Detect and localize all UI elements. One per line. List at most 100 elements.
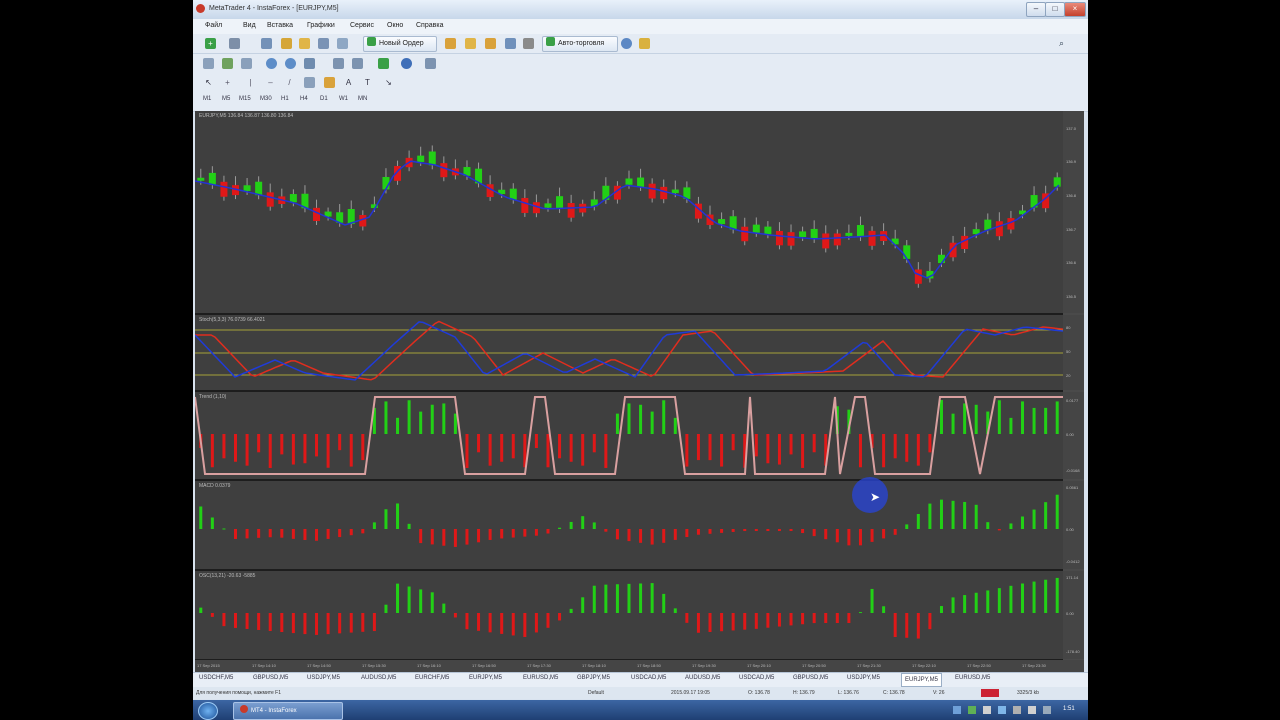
zoom-out-icon[interactable] bbox=[285, 58, 296, 69]
timeframe-m15[interactable]: M15 bbox=[239, 96, 251, 102]
symbol-tab[interactable]: USDJPY,M5 bbox=[847, 675, 880, 681]
symbol-tab[interactable]: GBPUSD,M5 bbox=[793, 675, 828, 681]
horizontal-line-icon[interactable]: – bbox=[265, 77, 276, 88]
indicators-icon[interactable] bbox=[378, 58, 389, 69]
network-icon[interactable] bbox=[1013, 706, 1021, 714]
auto-trading-button[interactable]: Авто-торговля bbox=[542, 36, 618, 52]
bar-chart-icon[interactable] bbox=[203, 58, 214, 69]
symbol-tab[interactable]: AUDUSD,M5 bbox=[361, 675, 396, 681]
symbol-tab[interactable]: EURUSD,M5 bbox=[955, 675, 990, 681]
minimize-button[interactable]: – bbox=[1026, 2, 1046, 17]
price-panel[interactable]: EURJPY,M5 136.84 136.87 136.80 136.84 bbox=[195, 111, 1063, 315]
timeframe-m1[interactable]: M1 bbox=[203, 96, 211, 102]
line-chart-icon[interactable] bbox=[241, 58, 252, 69]
candles-icon[interactable] bbox=[222, 58, 233, 69]
menu-view[interactable]: Вид bbox=[243, 22, 256, 29]
volume-icon[interactable] bbox=[1028, 706, 1036, 714]
timeframe-h4[interactable]: H4 bbox=[300, 96, 308, 102]
start-button[interactable] bbox=[198, 702, 218, 720]
price-scale[interactable]: 137.0 136.9 136.8 136.7 136.6 136.5 bbox=[1063, 111, 1084, 313]
meta-editor-icon[interactable] bbox=[445, 38, 456, 49]
oscillator-panel[interactable]: OSC(13,21) -20.63 -5885 bbox=[195, 571, 1063, 661]
arrows-icon[interactable]: ↘ bbox=[383, 77, 394, 88]
trend-scale[interactable]: 0.0177 0.00 -0.0168 bbox=[1063, 392, 1084, 479]
timeframe-m5[interactable]: M5 bbox=[222, 96, 230, 102]
zoom-in-icon[interactable] bbox=[266, 58, 277, 69]
menu-file[interactable]: Файл bbox=[205, 22, 222, 29]
symbol-tab[interactable]: USDCAD,M5 bbox=[631, 675, 666, 681]
market-icon[interactable] bbox=[505, 38, 516, 49]
taskbar-app-button[interactable]: MT4 - InstaForex bbox=[233, 702, 343, 720]
cursor-icon[interactable]: ↖ bbox=[203, 77, 214, 88]
chart-window[interactable]: EURJPY,M5 136.84 136.87 136.80 136.84 13… bbox=[195, 111, 1084, 672]
oscillator-bar bbox=[731, 613, 735, 631]
hammer-icon[interactable] bbox=[639, 38, 650, 49]
profiles-icon[interactable] bbox=[229, 38, 240, 49]
timeframe-d1[interactable]: D1 bbox=[320, 96, 328, 102]
symbol-tab[interactable]: EURUSD,M5 bbox=[523, 675, 558, 681]
symbol-tab[interactable]: USDCHF,M5 bbox=[199, 675, 233, 681]
menu-help[interactable]: Справка bbox=[416, 22, 443, 29]
timeframe-w1[interactable]: W1 bbox=[339, 96, 348, 102]
chart-shift-icon[interactable] bbox=[352, 58, 363, 69]
symbol-tab[interactable]: EURJPY,M5 bbox=[469, 675, 502, 681]
new-chart-icon[interactable]: + bbox=[205, 38, 216, 49]
macd-scale[interactable]: 0.0561 0.00 -0.0412 bbox=[1063, 481, 1084, 569]
macd-panel[interactable]: MACD 0.0379 bbox=[195, 481, 1063, 571]
lock-icon[interactable] bbox=[523, 38, 534, 49]
globe-icon[interactable] bbox=[621, 38, 632, 49]
trend-panel[interactable]: Trend (1,10) bbox=[195, 392, 1063, 481]
tile-windows-icon[interactable] bbox=[304, 58, 315, 69]
symbol-tab[interactable]: GBPJPY,M5 bbox=[577, 675, 610, 681]
expert-icon[interactable] bbox=[465, 38, 476, 49]
trend-bar bbox=[754, 434, 758, 457]
symbol-tab[interactable]: USDJPY,M5 bbox=[307, 675, 340, 681]
symbol-tab[interactable]: USDCAD,M5 bbox=[739, 675, 774, 681]
timeframe-mn[interactable]: MN bbox=[358, 96, 367, 102]
templates-icon[interactable] bbox=[425, 58, 436, 69]
oscillator-scale[interactable]: 171.14 0.00 -178.40 bbox=[1063, 571, 1084, 659]
symbol-tab[interactable]: AUDUSD,M5 bbox=[685, 675, 720, 681]
menu-insert[interactable]: Вставка bbox=[267, 22, 293, 29]
periods-icon[interactable] bbox=[401, 58, 412, 69]
tray-icon[interactable] bbox=[968, 706, 976, 714]
trend-bar bbox=[1044, 407, 1048, 434]
close-button[interactable]: × bbox=[1064, 2, 1086, 17]
channel-icon[interactable] bbox=[304, 77, 315, 88]
search-icon[interactable]: ⌕ bbox=[1056, 38, 1067, 49]
tray-icon[interactable] bbox=[1043, 706, 1051, 714]
macd-bar bbox=[326, 529, 330, 539]
signals-icon[interactable] bbox=[485, 38, 496, 49]
stochastic-panel[interactable]: Stoch(5,3,3) 76.0739 66.4021 bbox=[195, 315, 1063, 392]
menu-window[interactable]: Окно bbox=[387, 22, 403, 29]
menu-charts[interactable]: Графики bbox=[307, 22, 335, 29]
macd-bar bbox=[662, 529, 666, 543]
crosshair-icon[interactable]: + bbox=[222, 77, 233, 88]
menu-tools[interactable]: Сервис bbox=[350, 22, 374, 29]
candle-body bbox=[255, 181, 263, 196]
terminal-icon[interactable] bbox=[318, 38, 329, 49]
label-icon[interactable]: T bbox=[362, 77, 373, 88]
stochastic-scale[interactable]: 80 50 20 bbox=[1063, 315, 1084, 390]
vertical-line-icon[interactable]: | bbox=[245, 77, 256, 88]
auto-scroll-icon[interactable] bbox=[333, 58, 344, 69]
symbol-tab[interactable]: GBPUSD,M5 bbox=[253, 675, 288, 681]
symbol-tab[interactable]: EURCHF,M5 bbox=[415, 675, 449, 681]
text-icon[interactable]: A bbox=[343, 77, 354, 88]
symbol-tab[interactable]: EURJPY,M5 bbox=[901, 673, 942, 687]
tray-icon[interactable] bbox=[953, 706, 961, 714]
trendline-icon[interactable]: / bbox=[284, 77, 295, 88]
timeframe-h1[interactable]: H1 bbox=[281, 96, 289, 102]
navigator-icon[interactable] bbox=[299, 38, 310, 49]
tester-icon[interactable] bbox=[337, 38, 348, 49]
terminal-window: MetaTrader 4 - InstaForex - [EURJPY,M5] … bbox=[193, 0, 1088, 720]
tray-icon[interactable] bbox=[983, 706, 991, 714]
market-watch-icon[interactable] bbox=[261, 38, 272, 49]
fibonacci-icon[interactable] bbox=[324, 77, 335, 88]
trend-bar bbox=[766, 434, 770, 464]
tray-icon[interactable] bbox=[998, 706, 1006, 714]
data-window-icon[interactable] bbox=[281, 38, 292, 49]
timeframe-m30[interactable]: M30 bbox=[260, 96, 272, 102]
new-order-button[interactable]: Новый Ордер bbox=[363, 36, 437, 52]
maximize-button[interactable]: □ bbox=[1045, 2, 1065, 17]
